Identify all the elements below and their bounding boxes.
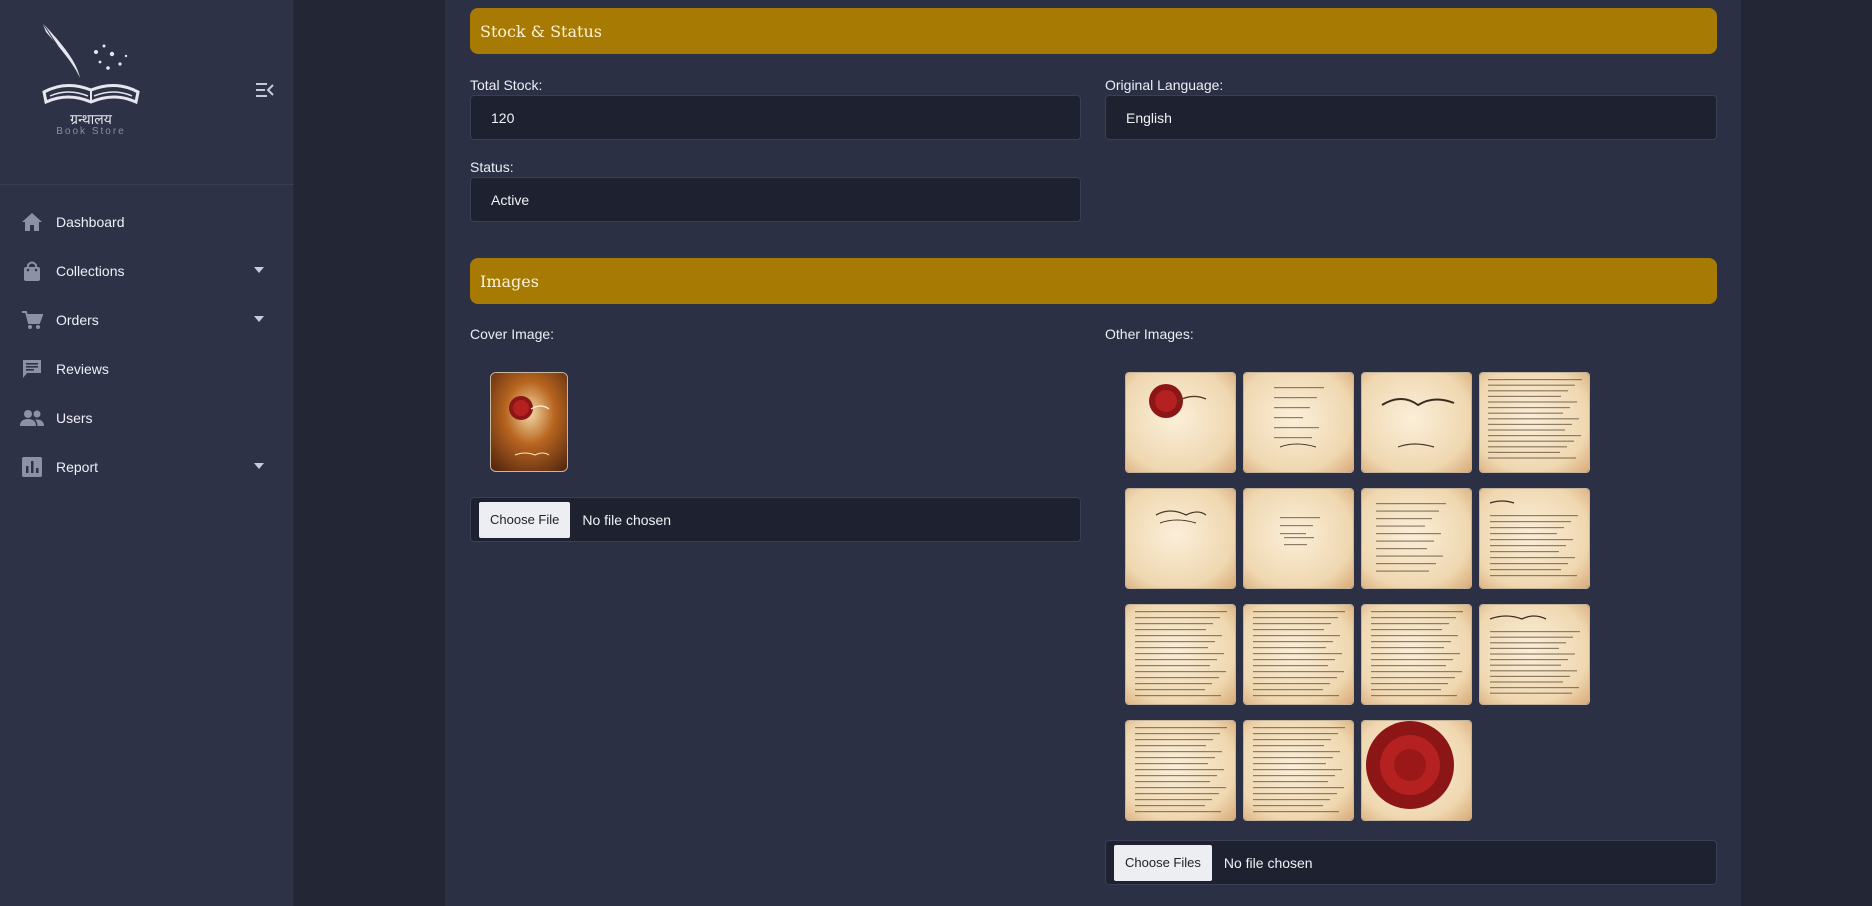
- other-files-input: Choose Files No file chosen: [1105, 840, 1717, 885]
- cart-icon: [20, 308, 44, 332]
- sidebar-item-dashboard[interactable]: Dashboard: [0, 197, 294, 246]
- chat-icon: [20, 357, 44, 381]
- bag-icon: [20, 259, 44, 283]
- sidebar-nav: Dashboard Collections Orders Reviews Use…: [0, 197, 294, 491]
- users-icon: [20, 406, 44, 430]
- status-select[interactable]: Active: [470, 177, 1081, 222]
- home-icon: [20, 210, 44, 234]
- other-image-thumbnail[interactable]: [1125, 720, 1236, 821]
- sidebar-item-label: Collections: [56, 262, 125, 279]
- other-image-thumbnail[interactable]: [1479, 488, 1590, 589]
- images-header: Images: [470, 258, 1717, 304]
- other-image-thumbnail[interactable]: [1243, 604, 1354, 705]
- sidebar-item-orders[interactable]: Orders: [0, 295, 294, 344]
- other-images-label: Other Images:: [1105, 326, 1194, 342]
- sidebar-item-label: Users: [56, 409, 93, 426]
- other-image-thumbnail[interactable]: [1361, 488, 1472, 589]
- total-stock-label: Total Stock:: [470, 77, 543, 93]
- other-image-thumbnail[interactable]: [1125, 488, 1236, 589]
- section-title: Images: [480, 271, 539, 291]
- book-quill-logo-icon: [41, 21, 140, 105]
- cover-file-input: Choose File No file chosen: [470, 497, 1081, 542]
- sidebar-item-users[interactable]: Users: [0, 393, 294, 442]
- sidebar-item-reviews[interactable]: Reviews: [0, 344, 294, 393]
- sidebar-divider: [0, 184, 294, 185]
- sidebar-item-collections[interactable]: Collections: [0, 246, 294, 295]
- original-language-input[interactable]: English: [1105, 95, 1717, 140]
- other-image-thumbnail[interactable]: [1361, 372, 1472, 473]
- sidebar-item-label: Dashboard: [56, 213, 125, 230]
- total-stock-input[interactable]: 120: [470, 95, 1081, 140]
- other-image-thumbnail[interactable]: [1125, 604, 1236, 705]
- sidebar-item-label: Orders: [56, 311, 99, 328]
- choose-files-button[interactable]: Choose Files: [1114, 844, 1212, 881]
- other-image-thumbnail[interactable]: [1361, 720, 1472, 821]
- status-label: Status:: [470, 159, 514, 175]
- choose-file-button[interactable]: Choose File: [479, 501, 571, 538]
- other-image-thumbnail[interactable]: [1243, 372, 1354, 473]
- cover-image-thumbnail[interactable]: [490, 372, 568, 472]
- other-image-thumbnail[interactable]: [1243, 488, 1354, 589]
- collapse-menu-icon[interactable]: [255, 81, 275, 99]
- no-file-text: No file chosen: [582, 511, 672, 528]
- sidebar-item-label: Report: [56, 458, 99, 475]
- bar-chart-icon: [20, 455, 44, 479]
- other-image-thumbnail[interactable]: [1125, 372, 1236, 473]
- chevron-down-icon[interactable]: [254, 316, 264, 322]
- other-image-thumbnail[interactable]: [1479, 372, 1590, 473]
- sidebar: ग्रन्थालय Book Store Dashboard Collectio…: [0, 0, 294, 906]
- no-files-text: No file chosen: [1223, 854, 1313, 871]
- stock-status-header: Stock & Status: [470, 8, 1717, 54]
- original-language-label: Original Language:: [1105, 77, 1224, 93]
- brand-subtitle: Book Store: [56, 126, 126, 137]
- sidebar-item-report[interactable]: Report: [0, 442, 294, 491]
- sidebar-item-label: Reviews: [56, 360, 109, 377]
- chevron-down-icon[interactable]: [254, 463, 264, 469]
- brand-logo[interactable]: ग्रन्थालय Book Store: [36, 18, 146, 142]
- other-image-thumbnail[interactable]: [1479, 604, 1590, 705]
- section-title: Stock & Status: [480, 21, 602, 41]
- chevron-down-icon[interactable]: [254, 267, 264, 273]
- other-image-thumbnail[interactable]: [1243, 720, 1354, 821]
- cover-image-label: Cover Image:: [470, 326, 555, 342]
- other-image-thumbnail[interactable]: [1361, 604, 1472, 705]
